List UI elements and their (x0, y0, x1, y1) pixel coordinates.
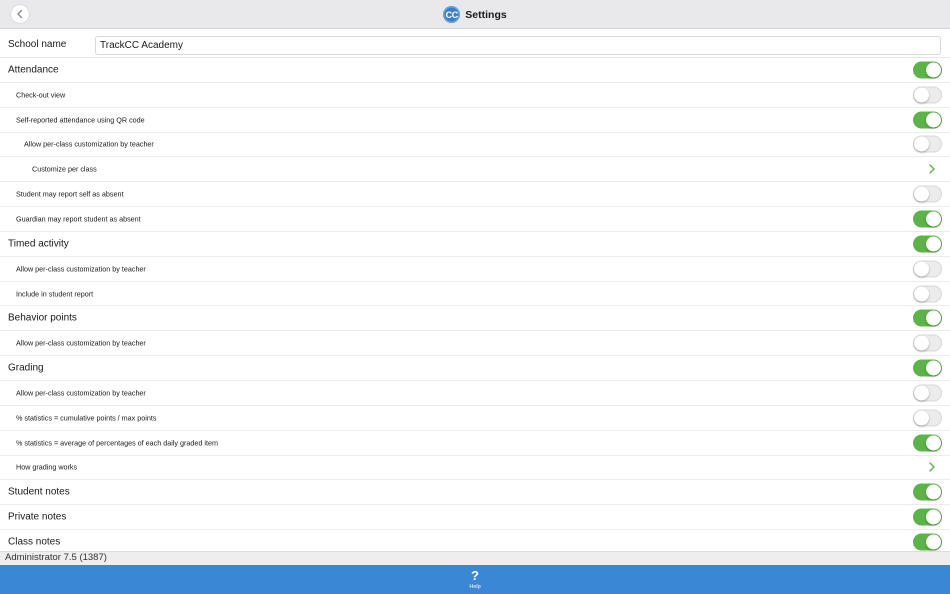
setting-toggle[interactable] (913, 508, 942, 526)
setting-row: Self-reported attendance using QR code (0, 108, 950, 133)
header-bar: CC Settings (0, 0, 950, 29)
toggle-knob (926, 211, 941, 227)
setting-label: Class notes (8, 536, 61, 548)
setting-toggle[interactable] (913, 285, 942, 303)
setting-row: Allow per-class customization by teacher (0, 257, 950, 282)
toggle-knob (914, 136, 929, 152)
setting-toggle[interactable] (913, 359, 942, 377)
setting-toggle[interactable] (913, 334, 942, 352)
setting-label: Guardian may report student as absent (16, 214, 141, 224)
setting-toggle[interactable] (913, 409, 942, 427)
setting-toggle[interactable] (913, 235, 942, 253)
setting-label: Timed activity (8, 238, 69, 250)
toggle-knob (914, 410, 929, 426)
setting-row[interactable]: Customize per class (0, 157, 950, 183)
chevron-right-icon[interactable] (928, 462, 936, 473)
toggle-knob (914, 261, 929, 277)
toggle-knob (926, 484, 941, 500)
setting-toggle[interactable] (913, 185, 942, 203)
setting-row[interactable]: How grading works (0, 456, 950, 481)
question-mark-icon: ? (471, 568, 479, 583)
setting-label: Private notes (8, 511, 67, 523)
toggle-knob (926, 112, 941, 128)
setting-row: Include in student report (0, 282, 950, 307)
setting-row: Allow per-class customization by teacher (0, 331, 950, 357)
setting-toggle[interactable] (913, 61, 942, 79)
school-name-row: School name (0, 33, 950, 58)
setting-label: % statistics = average of percentages of… (16, 438, 218, 448)
setting-label: Student notes (8, 486, 70, 498)
setting-toggle[interactable] (913, 483, 942, 501)
setting-toggle[interactable] (913, 111, 942, 129)
toggle-knob (914, 286, 929, 302)
settings-list: School name Attendance Check-out view Self… (0, 33, 950, 555)
setting-label: Allow per-class customization by teacher (24, 139, 154, 149)
setting-row: Guardian may report student as absent (0, 207, 950, 232)
toggle-knob (926, 360, 941, 376)
setting-toggle[interactable] (913, 533, 942, 551)
help-label: Help (469, 584, 481, 590)
setting-row: Attendance (0, 58, 950, 83)
toggle-knob (926, 310, 941, 326)
setting-label: Self-reported attendance using QR code (16, 115, 145, 125)
toggle-knob (926, 534, 941, 550)
setting-row: Allow per-class customization by teacher (0, 381, 950, 406)
toggle-knob (926, 509, 941, 525)
setting-row: Student may report self as absent (0, 182, 950, 208)
toggle-knob (914, 385, 929, 401)
help-button[interactable]: ? Help (459, 567, 491, 593)
setting-label: Allow per-class customization by teacher (16, 264, 146, 274)
toggle-knob (914, 87, 929, 103)
setting-label: How grading works (16, 462, 78, 472)
toggle-knob (914, 335, 929, 351)
setting-toggle[interactable] (913, 260, 942, 278)
toggle-knob (926, 435, 941, 451)
setting-row: Check-out view (0, 83, 950, 108)
setting-label: Customize per class (32, 164, 97, 174)
school-name-input[interactable] (95, 36, 941, 55)
setting-label: Check-out view (16, 90, 66, 100)
setting-toggle[interactable] (913, 384, 942, 402)
setting-toggle[interactable] (913, 434, 942, 452)
setting-label: Allow per-class customization by teacher (16, 388, 146, 398)
toggle-knob (926, 236, 941, 252)
bottom-toolbar: ? Help (0, 565, 950, 594)
setting-row: % statistics = cumulative points / max p… (0, 406, 950, 431)
setting-label: Allow per-class customization by teacher (16, 338, 146, 348)
toggle-knob (926, 62, 941, 78)
setting-toggle[interactable] (913, 135, 942, 153)
school-name-label: School name (8, 39, 67, 50)
setting-toggle[interactable] (913, 210, 942, 228)
setting-row: Student notes (0, 480, 950, 506)
setting-row: Allow per-class customization by teacher (0, 133, 950, 158)
setting-row: Grading (0, 356, 950, 381)
setting-toggle[interactable] (913, 309, 942, 327)
setting-row: Private notes (0, 505, 950, 531)
setting-label: % statistics = cumulative points / max p… (16, 413, 157, 423)
chevron-right-icon[interactable] (928, 164, 936, 174)
app-logo: CC (443, 6, 461, 23)
setting-row: % statistics = average of percentages of… (0, 431, 950, 456)
version-bar: Administrator 7.5 (1387) (0, 551, 950, 565)
setting-label: Grading (8, 362, 44, 374)
page-title: Settings (465, 8, 507, 21)
setting-toggle[interactable] (913, 86, 942, 104)
setting-label: Attendance (8, 64, 59, 76)
setting-row: Timed activity (0, 232, 950, 257)
setting-label: Student may report self as absent (16, 189, 124, 199)
setting-label: Include in student report (16, 289, 94, 299)
setting-label: Behavior points (8, 312, 77, 324)
setting-row: Behavior points (0, 306, 950, 332)
title-group: CC Settings (0, 0, 950, 29)
version-text: Administrator 7.5 (1387) (5, 552, 107, 563)
toggle-knob (914, 186, 929, 202)
